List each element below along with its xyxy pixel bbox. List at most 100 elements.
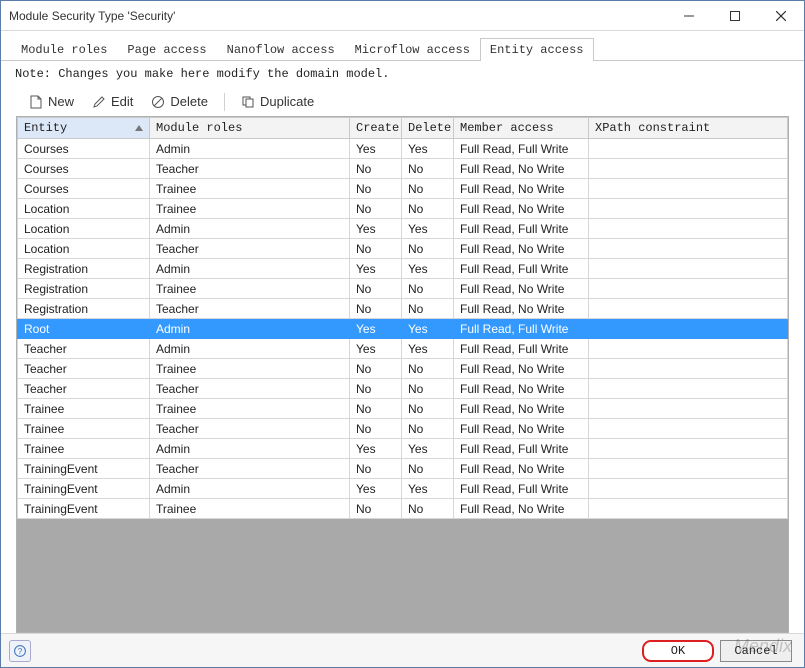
cell-entity: Registration [18, 279, 150, 299]
cell-create: No [350, 199, 402, 219]
table-row[interactable]: TraineeTraineeNoNoFull Read, No Write [18, 399, 788, 419]
pencil-icon [92, 95, 106, 109]
duplicate-label: Duplicate [260, 94, 314, 109]
close-button[interactable] [758, 1, 804, 31]
table-row[interactable]: LocationTraineeNoNoFull Read, No Write [18, 199, 788, 219]
table-row[interactable]: TeacherAdminYesYesFull Read, Full Write [18, 339, 788, 359]
window-controls [666, 1, 804, 31]
cell-xpath [589, 399, 788, 419]
cell-roles: Admin [150, 319, 350, 339]
svg-text:?: ? [18, 647, 23, 656]
table-row[interactable]: TeacherTraineeNoNoFull Read, No Write [18, 359, 788, 379]
table-header-row: Entity Module roles Create Delete Member… [18, 118, 788, 139]
table-row[interactable]: RegistrationTraineeNoNoFull Read, No Wri… [18, 279, 788, 299]
cell-create: No [350, 419, 402, 439]
cell-xpath [589, 379, 788, 399]
tab-entity-access[interactable]: Entity access [480, 38, 594, 61]
window-root: Module Security Type 'Security' Module r… [0, 0, 805, 668]
cell-member: Full Read, No Write [454, 199, 589, 219]
tab-microflow-access[interactable]: Microflow access [345, 38, 480, 61]
dialog-footer: ? OK Cancel [1, 633, 804, 667]
cell-delete: No [402, 179, 454, 199]
maximize-button[interactable] [712, 1, 758, 31]
table-row[interactable]: LocationAdminYesYesFull Read, Full Write [18, 219, 788, 239]
duplicate-button[interactable]: Duplicate [233, 90, 322, 113]
cell-create: No [350, 239, 402, 259]
table-row[interactable]: TraineeAdminYesYesFull Read, Full Write [18, 439, 788, 459]
cell-create: No [350, 379, 402, 399]
cell-xpath [589, 359, 788, 379]
cell-delete: No [402, 299, 454, 319]
cell-delete: Yes [402, 219, 454, 239]
help-button[interactable]: ? [9, 640, 31, 662]
table-row[interactable]: CoursesTeacherNoNoFull Read, No Write [18, 159, 788, 179]
ok-button[interactable]: OK [642, 640, 714, 662]
new-file-icon [29, 95, 43, 109]
duplicate-icon [241, 95, 255, 109]
table-row[interactable]: TraineeTeacherNoNoFull Read, No Write [18, 419, 788, 439]
cell-delete: No [402, 239, 454, 259]
cell-entity: Courses [18, 159, 150, 179]
cell-member: Full Read, No Write [454, 359, 589, 379]
cell-create: Yes [350, 259, 402, 279]
cell-roles: Trainee [150, 499, 350, 519]
tab-page-access[interactable]: Page access [117, 38, 216, 61]
cell-entity: TrainingEvent [18, 479, 150, 499]
table-row[interactable]: TrainingEventTraineeNoNoFull Read, No Wr… [18, 499, 788, 519]
cell-entity: TrainingEvent [18, 499, 150, 519]
cell-delete: No [402, 499, 454, 519]
cell-delete: No [402, 379, 454, 399]
minimize-button[interactable] [666, 1, 712, 31]
cancel-button[interactable]: Cancel [720, 640, 792, 662]
cell-entity: Location [18, 199, 150, 219]
cell-delete: No [402, 419, 454, 439]
col-xpath[interactable]: XPath constraint [589, 118, 788, 139]
cell-entity: Location [18, 219, 150, 239]
cell-member: Full Read, No Write [454, 279, 589, 299]
table-row[interactable]: CoursesAdminYesYesFull Read, Full Write [18, 139, 788, 159]
delete-label: Delete [170, 94, 208, 109]
close-icon [776, 11, 786, 21]
new-button[interactable]: New [21, 90, 82, 113]
minimize-icon [684, 11, 694, 21]
table-row[interactable]: CoursesTraineeNoNoFull Read, No Write [18, 179, 788, 199]
cell-delete: Yes [402, 259, 454, 279]
cell-member: Full Read, Full Write [454, 439, 589, 459]
col-delete[interactable]: Delete [402, 118, 454, 139]
cell-entity: Teacher [18, 379, 150, 399]
cell-xpath [589, 139, 788, 159]
cell-roles: Teacher [150, 379, 350, 399]
titlebar: Module Security Type 'Security' [1, 1, 804, 31]
table-row[interactable]: TrainingEventAdminYesYesFull Read, Full … [18, 479, 788, 499]
cell-entity: Teacher [18, 359, 150, 379]
cell-create: No [350, 459, 402, 479]
col-create[interactable]: Create [350, 118, 402, 139]
no-entry-icon [151, 95, 165, 109]
table-row[interactable]: RootAdminYesYesFull Read, Full Write [18, 319, 788, 339]
tab-module-roles[interactable]: Module roles [11, 38, 117, 61]
edit-button[interactable]: Edit [84, 90, 141, 113]
table-row[interactable]: TrainingEventTeacherNoNoFull Read, No Wr… [18, 459, 788, 479]
col-roles[interactable]: Module roles [150, 118, 350, 139]
cell-member: Full Read, No Write [454, 299, 589, 319]
tab-nanoflow-access[interactable]: Nanoflow access [217, 38, 345, 61]
delete-button[interactable]: Delete [143, 90, 216, 113]
cell-create: No [350, 499, 402, 519]
cell-roles: Admin [150, 439, 350, 459]
note-text: Note: Changes you make here modify the d… [1, 61, 804, 87]
col-member[interactable]: Member access [454, 118, 589, 139]
cell-member: Full Read, Full Write [454, 319, 589, 339]
cell-member: Full Read, No Write [454, 379, 589, 399]
cell-roles: Admin [150, 339, 350, 359]
table-row[interactable]: TeacherTeacherNoNoFull Read, No Write [18, 379, 788, 399]
cell-entity: Registration [18, 299, 150, 319]
cell-member: Full Read, No Write [454, 159, 589, 179]
maximize-icon [730, 11, 740, 21]
table-row[interactable]: RegistrationAdminYesYesFull Read, Full W… [18, 259, 788, 279]
table-row[interactable]: LocationTeacherNoNoFull Read, No Write [18, 239, 788, 259]
cell-create: No [350, 299, 402, 319]
cell-delete: Yes [402, 139, 454, 159]
table-row[interactable]: RegistrationTeacherNoNoFull Read, No Wri… [18, 299, 788, 319]
col-entity[interactable]: Entity [18, 118, 150, 139]
cell-member: Full Read, No Write [454, 239, 589, 259]
